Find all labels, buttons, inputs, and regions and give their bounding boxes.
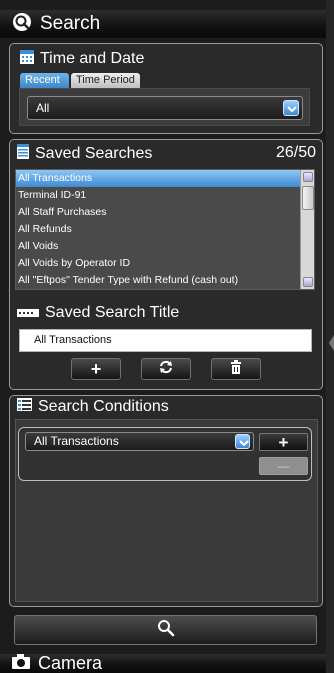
refresh-saved-search-button[interactable] bbox=[141, 358, 191, 380]
run-search-button[interactable] bbox=[14, 615, 317, 645]
minus-icon: — bbox=[277, 459, 290, 473]
saved-search-title-label: Saved Search Title bbox=[17, 304, 179, 322]
textfield-icon bbox=[17, 304, 39, 322]
remove-condition-button[interactable]: — bbox=[259, 457, 308, 475]
scroll-down-icon[interactable] bbox=[303, 277, 313, 287]
camera-header-title: Camera bbox=[38, 653, 103, 673]
delete-saved-search-button[interactable] bbox=[211, 358, 261, 380]
camera-icon bbox=[12, 653, 30, 673]
saved-searches-title: Saved Searches bbox=[17, 144, 152, 164]
chevron-down-icon[interactable] bbox=[283, 100, 299, 116]
list-item[interactable]: All "Eftpos" Tender Type with Refund (ca… bbox=[16, 272, 300, 289]
list-item[interactable]: Terminal ID-91 bbox=[16, 187, 300, 204]
search-doc-icon bbox=[12, 12, 32, 37]
list-item[interactable]: All Staff Purchases bbox=[16, 204, 300, 221]
list-item[interactable]: All Refunds bbox=[16, 221, 300, 238]
refresh-icon bbox=[158, 359, 174, 380]
list-item[interactable]: All Transactions bbox=[16, 170, 300, 187]
search-header: Search bbox=[0, 10, 326, 38]
chevron-down-icon[interactable] bbox=[235, 434, 250, 449]
tab-recent[interactable]: Recent bbox=[20, 73, 69, 88]
collapse-arrow-icon[interactable] bbox=[329, 335, 334, 351]
add-condition-button[interactable]: + bbox=[259, 433, 308, 451]
list-icon bbox=[17, 144, 29, 164]
time-range-value: All bbox=[36, 101, 50, 115]
list-scrollbar[interactable] bbox=[300, 170, 314, 289]
search-header-title: Search bbox=[40, 13, 101, 34]
tab-time-period[interactable]: Time Period bbox=[71, 73, 140, 88]
saved-searches-count: 26/50 bbox=[275, 144, 316, 161]
condition-select[interactable]: All Transactions bbox=[25, 432, 254, 451]
conditions-icon bbox=[17, 398, 32, 416]
calendar-icon bbox=[20, 49, 34, 69]
list-item[interactable]: All Voids bbox=[16, 238, 300, 255]
search-conditions-title: Search Conditions bbox=[17, 398, 169, 416]
list-item[interactable]: All Voids by Operator ID bbox=[16, 255, 300, 272]
plus-icon: + bbox=[278, 432, 289, 452]
saved-search-title-input[interactable]: All Transactions bbox=[19, 329, 312, 352]
plus-icon: + bbox=[90, 359, 102, 379]
scroll-up-icon[interactable] bbox=[303, 172, 313, 182]
magnifier-icon bbox=[157, 619, 175, 642]
time-and-date-title: Time and Date bbox=[20, 49, 144, 69]
add-saved-search-button[interactable]: + bbox=[71, 358, 121, 380]
time-range-select[interactable]: All bbox=[27, 96, 303, 120]
camera-header[interactable]: Camera bbox=[0, 653, 326, 673]
scroll-thumb[interactable] bbox=[302, 186, 314, 210]
trash-icon bbox=[230, 359, 242, 379]
condition-value: All Transactions bbox=[34, 434, 119, 448]
saved-searches-list[interactable]: All Transactions Terminal ID-91 All Staf… bbox=[15, 169, 315, 290]
